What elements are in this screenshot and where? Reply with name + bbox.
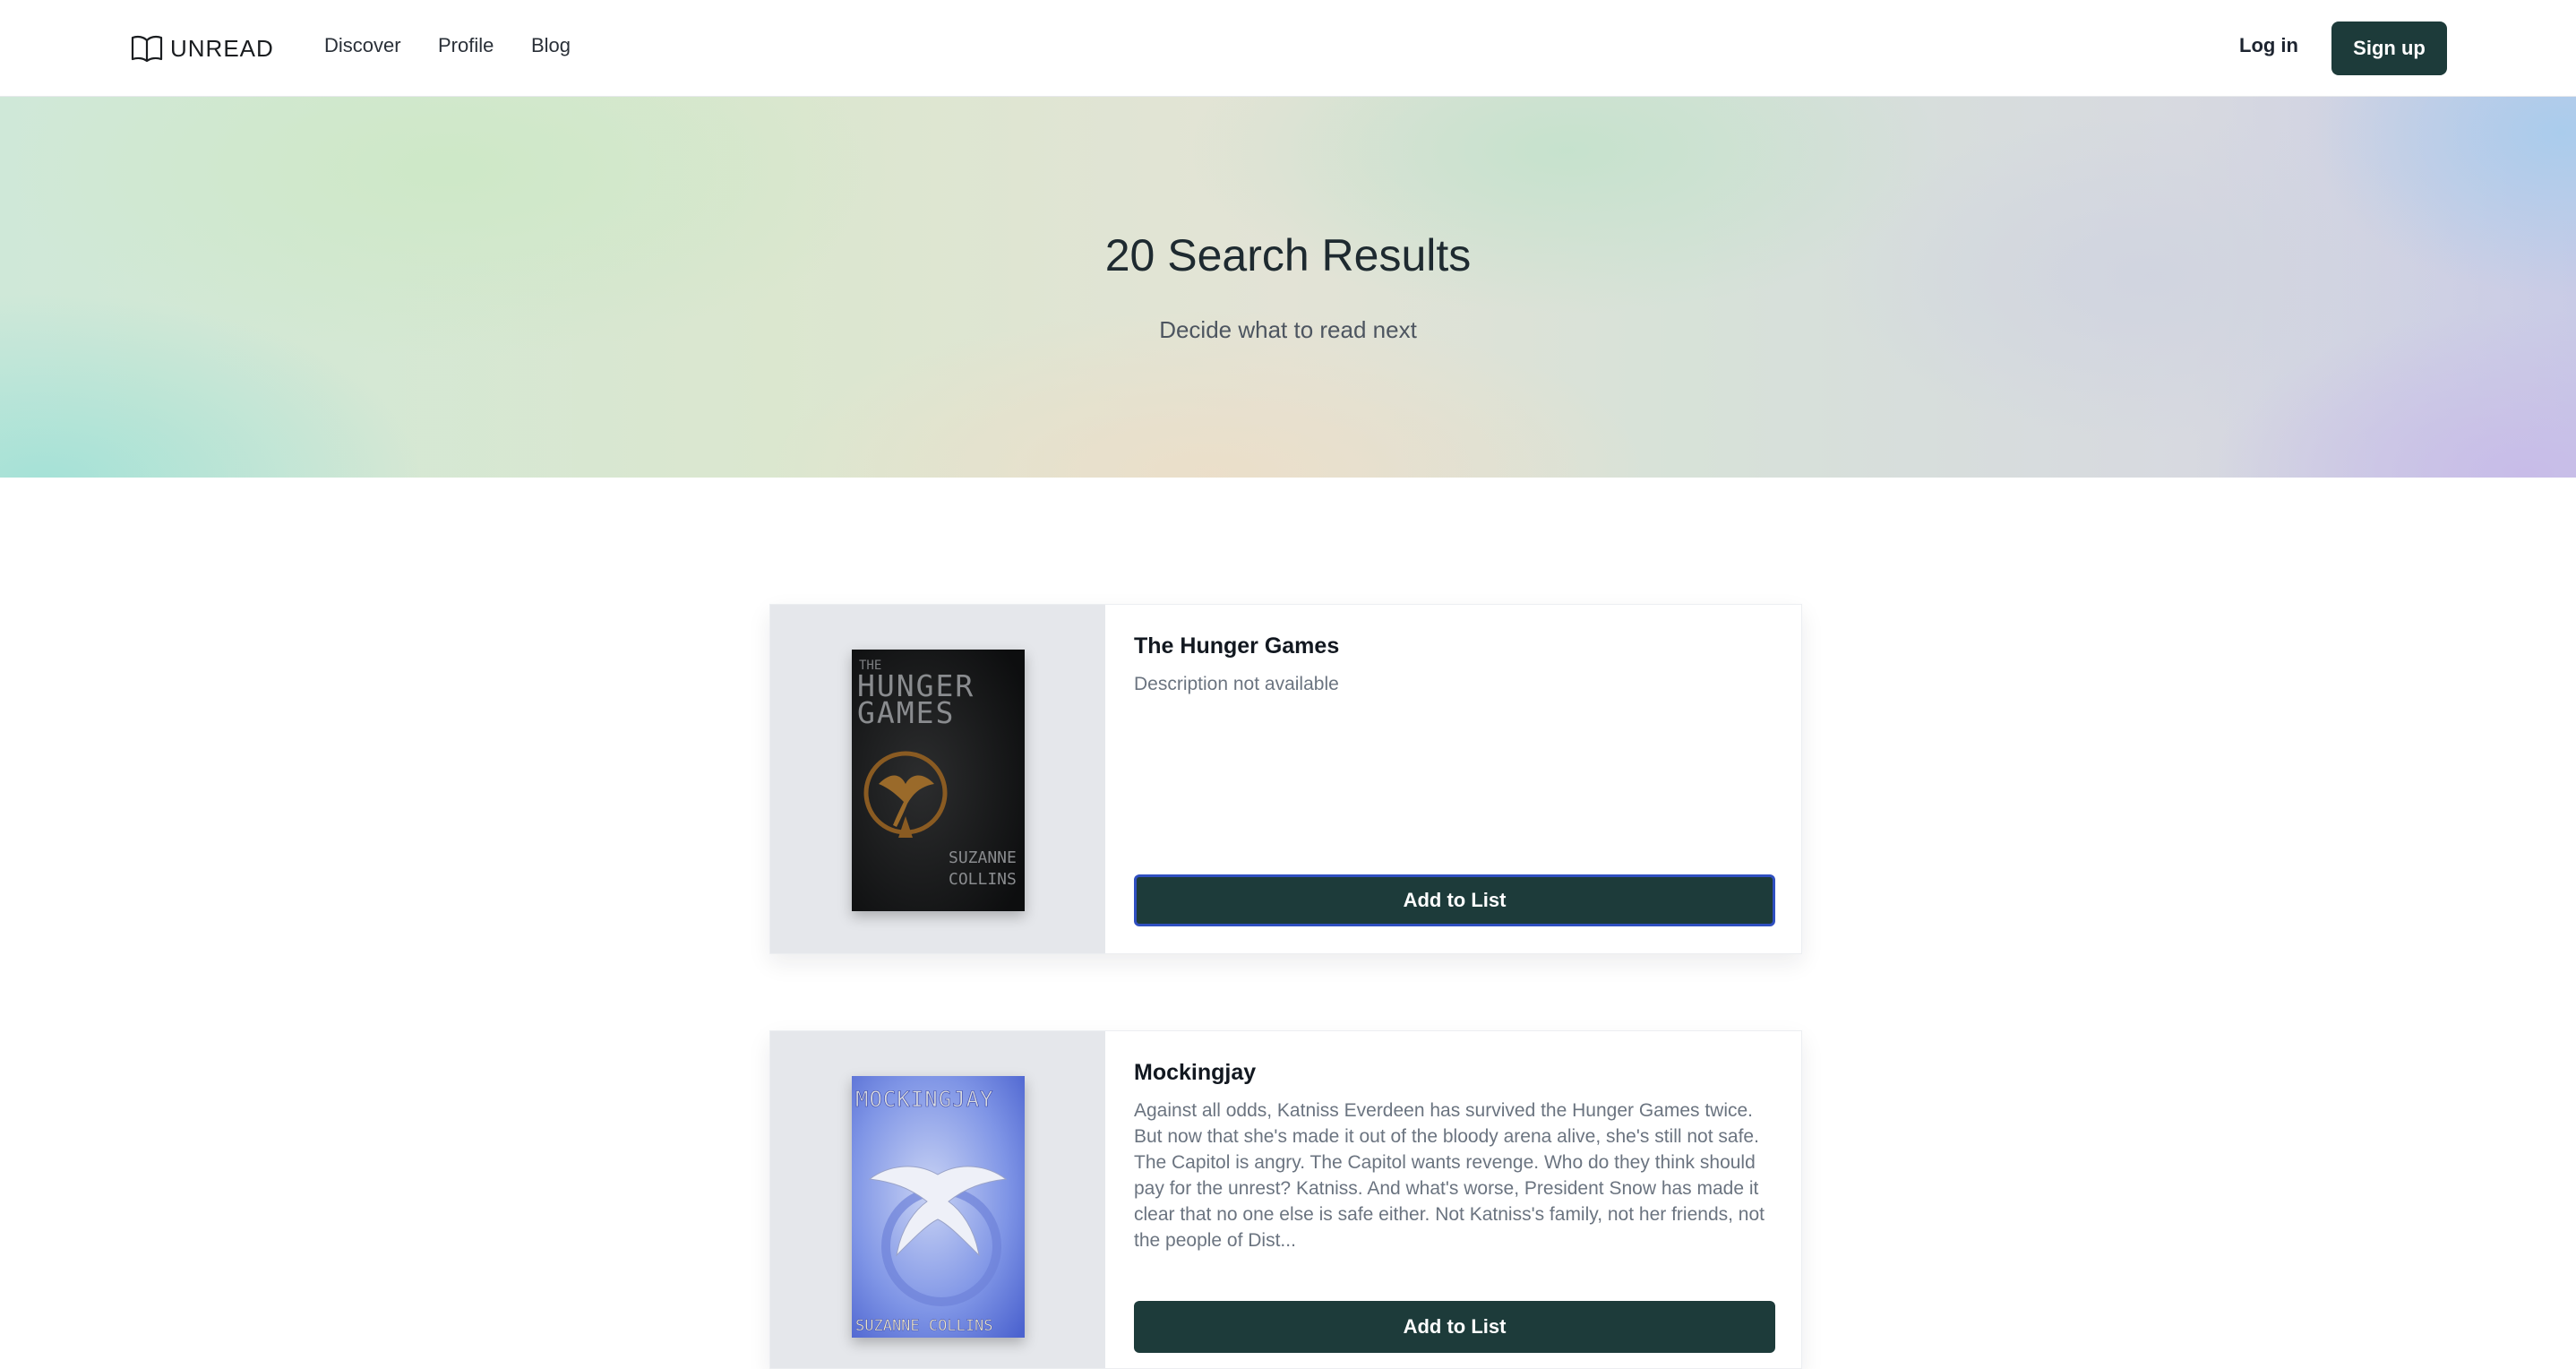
open-book-icon bbox=[131, 35, 163, 63]
result-card: THE HUNGER GAMES SUZANNE COLLINS The Hun… bbox=[769, 604, 1802, 954]
login-link[interactable]: Log in bbox=[2239, 34, 2298, 57]
book-title[interactable]: Mockingjay bbox=[1134, 1060, 1256, 1086]
cover-author: SUZANNE COLLINS bbox=[855, 1317, 993, 1335]
logo-text: UNREAD bbox=[170, 34, 274, 62]
top-navbar: UNREAD Discover Profile Blog Log in Sign… bbox=[0, 0, 2576, 97]
page-subtitle: Decide what to read next bbox=[1159, 316, 1417, 343]
cover-panel: THE HUNGER GAMES SUZANNE COLLINS bbox=[770, 605, 1105, 953]
signup-button[interactable]: Sign up bbox=[2331, 22, 2447, 75]
book-cover-hunger-games[interactable]: THE HUNGER GAMES SUZANNE COLLINS bbox=[852, 650, 1025, 911]
logo[interactable]: UNREAD bbox=[131, 32, 274, 65]
book-description: Description not available bbox=[1134, 674, 1339, 694]
cover-author-line1: SUZANNE bbox=[949, 848, 1017, 867]
cover-author-line2: COLLINS bbox=[949, 870, 1017, 889]
book-description: Against all odds, Katniss Everdeen has s… bbox=[1134, 1100, 1765, 1251]
hero-banner: 20 Search Results Decide what to read ne… bbox=[0, 97, 2576, 478]
cover-title-line3: GAMES bbox=[857, 695, 955, 730]
cover-panel: MOCKINGJAY SUZANNE COLLINS bbox=[770, 1031, 1105, 1368]
book-title[interactable]: The Hunger Games bbox=[1134, 633, 1339, 659]
nav-link-blog[interactable]: Blog bbox=[531, 34, 571, 57]
nav-link-discover[interactable]: Discover bbox=[324, 34, 401, 57]
add-to-list-button[interactable]: Add to List bbox=[1134, 1301, 1775, 1353]
cover-title: MOCKINGJAY bbox=[855, 1087, 994, 1112]
result-card: MOCKINGJAY SUZANNE COLLINS Mockingjay Ag… bbox=[769, 1030, 1802, 1369]
add-to-list-button[interactable]: Add to List bbox=[1134, 874, 1775, 926]
book-cover-mockingjay[interactable]: MOCKINGJAY SUZANNE COLLINS bbox=[852, 1076, 1025, 1338]
page-title: 20 Search Results bbox=[1104, 230, 1472, 280]
nav-link-profile[interactable]: Profile bbox=[438, 34, 494, 57]
